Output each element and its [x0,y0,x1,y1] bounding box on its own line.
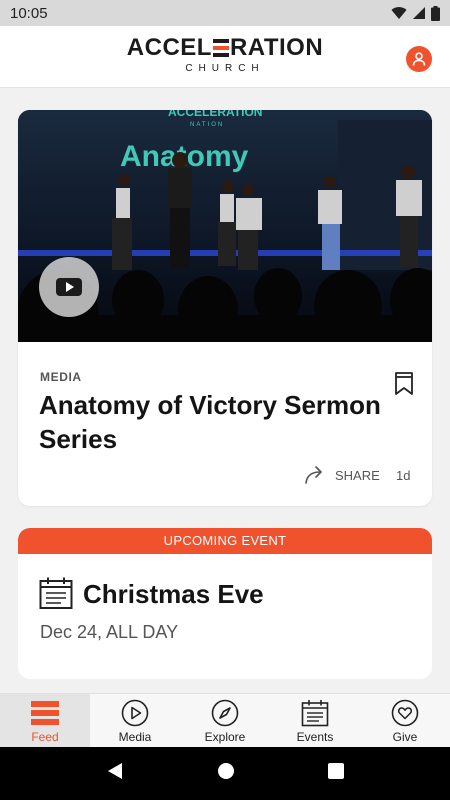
church-logo: ACCEL RATION CHURCH [0,34,450,75]
stage-brand-sub: NATION [190,122,224,128]
sermon-thumbnail[interactable]: ACCELERATION NATION Anatomy [18,110,432,342]
logo-e-mark [212,39,229,57]
home-button[interactable] [217,762,235,785]
signal-icon [413,7,425,19]
play-button[interactable] [39,257,99,317]
logo-text-end: RATION [229,34,324,61]
stage-brand-text: ACCELERATION [168,110,262,119]
share-button[interactable]: SHARE [305,466,380,484]
play-circle-icon [121,699,149,727]
status-bar: 10:05 [0,0,450,26]
share-label: SHARE [335,467,380,483]
user-icon [412,52,426,66]
compass-icon [211,699,239,727]
status-time: 10:05 [10,4,48,22]
back-button[interactable] [106,762,124,785]
share-icon [305,466,322,484]
profile-button[interactable] [406,46,432,72]
back-triangle-icon [108,763,123,779]
recents-square-icon [327,763,344,779]
card-category-label: MEDIA [40,370,82,384]
nav-give[interactable]: Give [360,694,450,747]
event-card[interactable]: UPCOMING EVENT Christmas Eve Dec 24, ALL… [18,528,432,679]
nav-give-label: Give [392,730,418,744]
nav-events[interactable]: Events [270,694,360,747]
bookmark-button[interactable] [394,372,414,401]
app-header: ACCEL RATION CHURCH [0,26,450,88]
youtube-play-icon [56,278,82,296]
logo-subtitle: CHURCH [185,63,265,74]
nav-feed[interactable]: Feed [0,694,90,747]
feed-icon [31,699,59,727]
media-card[interactable]: ACCELERATION NATION Anatomy [18,110,432,506]
post-age: 1d [396,468,411,483]
recents-button[interactable] [327,763,344,784]
nav-media-label: Media [118,730,152,744]
nav-events-label: Events [296,730,334,744]
calendar-icon [301,699,329,727]
card-title[interactable]: Anatomy of Victory Sermon Series [39,388,389,456]
calendar-icon [39,576,73,615]
logo-text-start: ACCEL [126,34,212,61]
nav-feed-label: Feed [31,730,59,744]
bottom-navigation: Feed Media Explore Events Give [0,693,450,747]
event-banner: UPCOMING EVENT [18,528,432,554]
event-date: Dec 24, ALL DAY [40,622,179,642]
home-circle-icon [217,763,234,779]
nav-media[interactable]: Media [90,694,180,747]
battery-icon [431,5,440,21]
wifi-icon [391,7,407,20]
heart-icon [391,699,419,727]
nav-explore[interactable]: Explore [180,694,270,747]
nav-explore-label: Explore [204,730,246,744]
bookmark-icon [395,372,413,395]
system-navigation-bar [0,747,450,800]
event-title[interactable]: Christmas Eve [83,578,264,610]
